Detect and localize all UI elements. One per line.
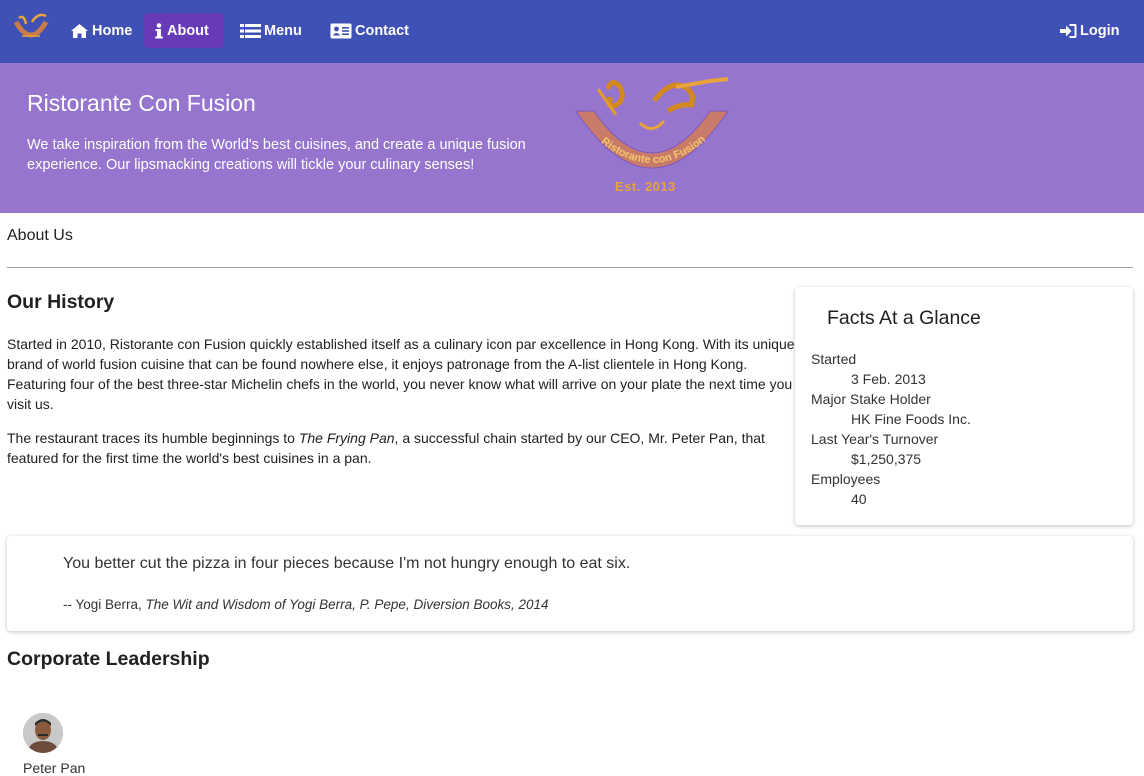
avatar [23,713,63,753]
nav-contact-link[interactable]: Contact [320,13,419,48]
nav-home-label: Home [92,22,133,39]
fact-label: Employees [811,471,881,487]
address-card-icon [330,23,352,38]
quote-citation: -- Yogi Berra, The Wit and Wisdom of Yog… [63,597,549,612]
history-paragraph-2: The restaurant traces its humble beginni… [7,430,765,466]
quote-card: You better cut the pizza in four pieces … [7,536,1133,631]
frying-pan-emphasis: The Frying Pan [298,430,395,446]
leadership-title: Corporate Leadership [7,648,210,670]
nav-menu-link[interactable]: Menu [230,13,312,48]
login-button[interactable]: Login [1050,13,1129,48]
fact-label: Major Stake Holder [811,391,931,407]
list-icon [240,23,261,38]
restaurant-logo: Ristorante con Fusion Est. 2013 [568,75,736,199]
fact-value: HK Fine Foods Inc. [851,411,971,427]
login-label: Login [1080,22,1120,39]
facts-card: Facts At a Glance Started 3 Feb. 2013 Ma… [795,287,1133,525]
fact-label: Started [811,351,857,367]
home-icon [71,23,88,38]
fact-value: $1,250,375 [851,451,922,467]
divider [7,267,1133,268]
person-photo [23,713,63,753]
restaurant-tagline: We take inspiration from the World's bes… [27,137,526,173]
logo-established-text: Est. 2013 [615,179,676,194]
history-title: Our History [7,291,115,313]
fact-value: 3 Feb. 2013 [851,371,926,387]
breadcrumb: About Us [7,227,73,244]
nav-about-label: About [167,22,209,39]
logo-graphic: Ristorante con Fusion [575,77,729,169]
facts-list: Started 3 Feb. 2013 Major Stake Holder H… [811,349,971,509]
quote-source: The Wit and Wisdom of Yogi Berra, P. Pep… [145,597,549,612]
nav-home-link[interactable]: Home [60,13,142,48]
fact-label: Last Year's Turnover [811,431,939,447]
facts-title: Facts At a Glance [827,307,981,329]
restaurant-logo-small[interactable] [12,12,50,44]
quote-text: You better cut the pizza in four pieces … [63,555,631,572]
fact-value: 40 [851,491,867,507]
jumbotron: Ristorante Con Fusion We take inspiratio… [0,63,1144,213]
top-toolbar: Home About Menu Contact Login [0,0,1144,63]
nav-contact-label: Contact [355,22,409,39]
restaurant-title: Ristorante Con Fusion [27,90,256,116]
history-paragraph-1: Started in 2010, Ristorante con Fusion q… [7,336,795,412]
info-icon [155,22,163,38]
nav-about-link[interactable]: About [144,13,224,48]
sign-in-icon [1060,23,1077,38]
nav-menu-label: Menu [264,22,302,39]
